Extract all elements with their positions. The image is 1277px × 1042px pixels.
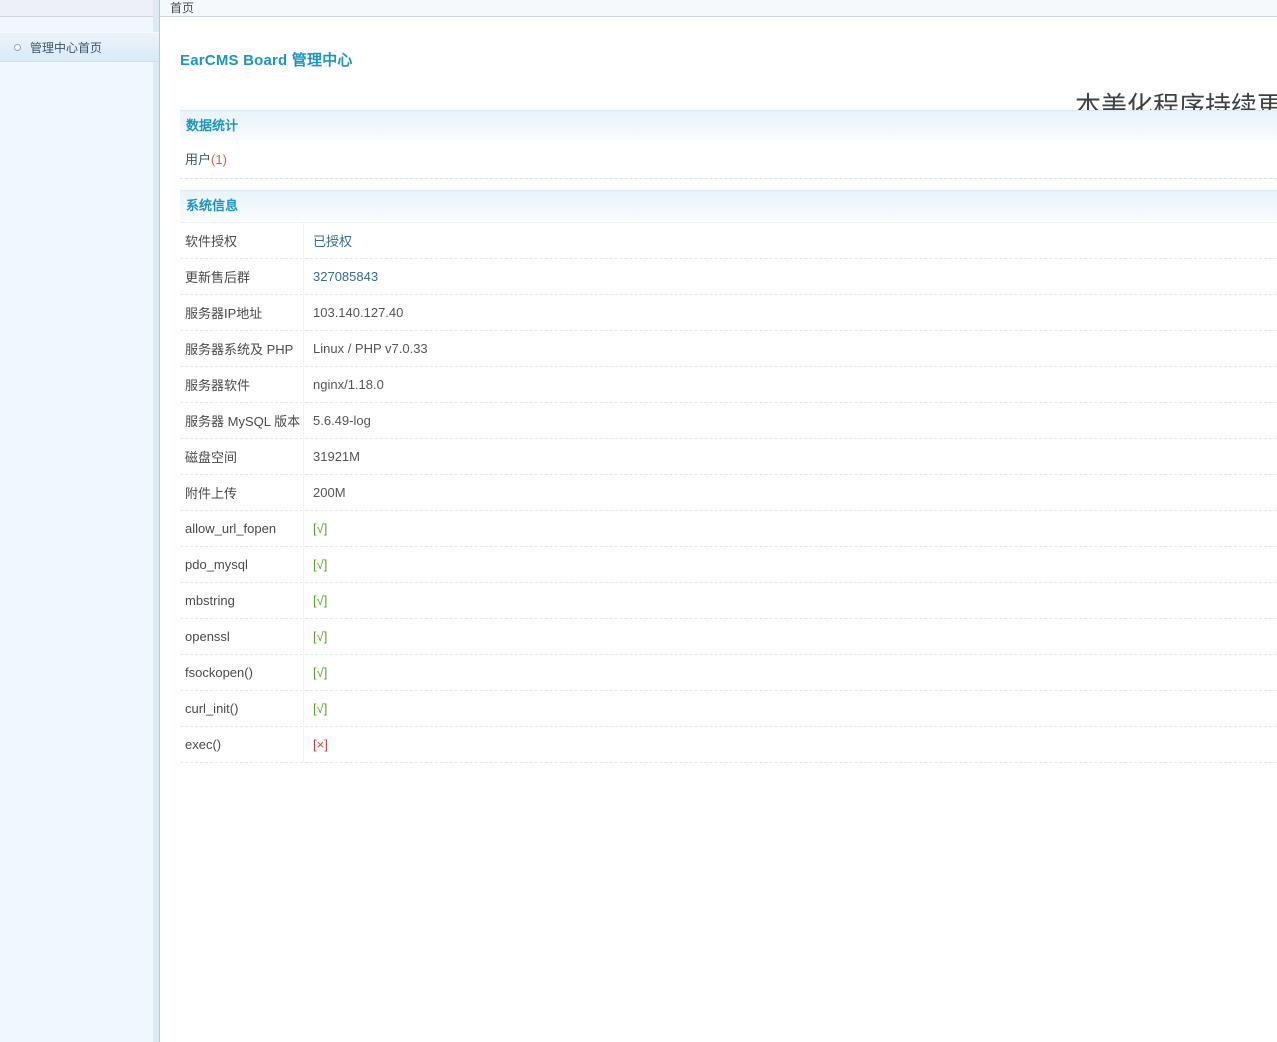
tab-home[interactable]: 首页 xyxy=(170,0,194,17)
row-value: [√] xyxy=(304,691,327,726)
table-row: fsockopen()[√] xyxy=(180,655,1277,691)
users-label: 用户 xyxy=(185,152,211,167)
row-value: [√] xyxy=(304,619,327,654)
section-title-system: 系统信息 xyxy=(180,191,1277,221)
row-value-link[interactable]: 已授权 xyxy=(304,223,352,258)
section-bar-system: 系统信息 xyxy=(180,190,1277,220)
table-row: 服务器软件nginx/1.18.0 xyxy=(180,367,1277,403)
table-row: 磁盘空间31921M xyxy=(180,439,1277,475)
table-row: 软件授权已授权 xyxy=(180,223,1277,259)
table-row: 服务器系统及 PHPLinux / PHP v7.0.33 xyxy=(180,331,1277,367)
row-value: Linux / PHP v7.0.33 xyxy=(304,331,428,366)
row-label: fsockopen() xyxy=(180,655,304,690)
stat-row-users: 用户(1) xyxy=(180,140,1277,179)
row-value: nginx/1.18.0 xyxy=(304,367,384,402)
users-count: (1) xyxy=(211,152,227,167)
row-label: 服务器 MySQL 版本 xyxy=(180,403,304,438)
row-label: exec() xyxy=(180,727,304,762)
table-row: exec()[×] xyxy=(180,727,1277,763)
row-value-link[interactable]: 327085843 xyxy=(304,259,378,294)
system-info-table: 软件授权已授权更新售后群327085843服务器IP地址103.140.127.… xyxy=(180,222,1277,763)
row-label: 服务器IP地址 xyxy=(180,295,304,330)
row-label: 磁盘空间 xyxy=(180,439,304,474)
sidebar-item-label: 管理中心首页 xyxy=(30,39,102,56)
row-label: mbstring xyxy=(180,583,304,618)
row-value: [√] xyxy=(304,547,327,582)
row-value: [√] xyxy=(304,655,327,690)
table-row: 更新售后群327085843 xyxy=(180,259,1277,295)
table-row: 附件上传200M xyxy=(180,475,1277,511)
row-value: 5.6.49-log xyxy=(304,403,371,438)
row-label: pdo_mysql xyxy=(180,547,304,582)
row-value: 103.140.127.40 xyxy=(304,295,403,330)
row-label: openssl xyxy=(180,619,304,654)
table-row: pdo_mysql[√] xyxy=(180,547,1277,583)
bullet-circle-icon xyxy=(14,44,21,51)
row-label: 服务器软件 xyxy=(180,367,304,402)
row-value: [√] xyxy=(304,583,327,618)
table-row: openssl[√] xyxy=(180,619,1277,655)
row-label: 附件上传 xyxy=(180,475,304,510)
table-row: curl_init()[√] xyxy=(180,691,1277,727)
table-row: 服务器 MySQL 版本5.6.49-log xyxy=(180,403,1277,439)
tab-bar: 首页 xyxy=(160,0,1277,17)
sidebar-item-admin-home[interactable]: 管理中心首页 xyxy=(0,32,159,62)
row-value: [×] xyxy=(304,727,328,762)
main-content: EarCMS Board 管理中心 本美化程序持续更 数据统计 用户(1) 系统… xyxy=(180,18,1277,1042)
sidebar-top-strip xyxy=(0,0,159,17)
row-label: allow_url_fopen xyxy=(180,511,304,546)
row-value: [√] xyxy=(304,511,327,546)
section-title-stats: 数据统计 xyxy=(180,111,1277,141)
row-label: 软件授权 xyxy=(180,223,304,258)
section-bar-stats: 数据统计 xyxy=(180,110,1277,140)
table-row: 服务器IP地址103.140.127.40 xyxy=(180,295,1277,331)
row-label: curl_init() xyxy=(180,691,304,726)
row-value: 31921M xyxy=(304,439,360,474)
row-label: 更新售后群 xyxy=(180,259,304,294)
row-label: 服务器系统及 PHP xyxy=(180,331,304,366)
table-row: mbstring[√] xyxy=(180,583,1277,619)
row-value: 200M xyxy=(304,475,346,510)
sidebar-divider xyxy=(153,0,159,1042)
sidebar: 管理中心首页 xyxy=(0,0,160,1042)
page-title: EarCMS Board 管理中心 xyxy=(180,49,353,70)
table-row: allow_url_fopen[√] xyxy=(180,511,1277,547)
